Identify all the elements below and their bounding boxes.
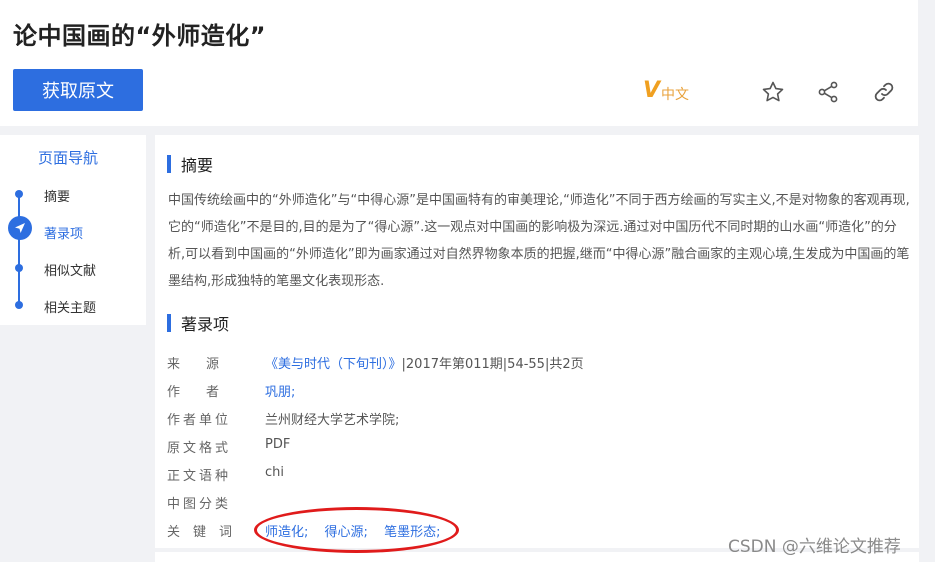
keyword-link[interactable]: 得心源; xyxy=(325,525,368,540)
record-heading: 著录项 xyxy=(167,311,229,335)
keywords-list: 师造化; 得心源; 笔墨形态; xyxy=(265,521,452,540)
nav-item-similar[interactable]: 相似文献 xyxy=(44,260,96,279)
author-label: 作 者 xyxy=(167,385,220,400)
abstract-heading: 摘要 xyxy=(167,152,213,176)
nav-title: 页面导航 xyxy=(37,149,98,167)
keyword-link[interactable]: 师造化; xyxy=(265,525,308,540)
watermark: CSDN @六维论文推荐 xyxy=(728,537,901,557)
section-marker xyxy=(167,155,171,173)
nav-track xyxy=(18,192,20,304)
source-value: 《美与时代（下旬刊）》|2017年第011期|54-55|共2页 xyxy=(265,353,584,372)
classification-label: 中图分类 xyxy=(167,497,232,512)
issue-info: |2017年第011期|54-55|共2页 xyxy=(401,357,584,372)
language-label: 正文语种 xyxy=(167,469,232,484)
format-label: 原文格式 xyxy=(167,441,232,456)
article-content: 摘要 中国传统绘画中的“外师造化”与“中得心源”是中国画特有的审美理论,“师造化… xyxy=(155,135,919,548)
keyword-link[interactable]: 笔墨形态; xyxy=(384,525,440,540)
nav-dot xyxy=(15,190,23,198)
language-badge[interactable]: V 中文 xyxy=(643,78,689,104)
nav-active-indicator xyxy=(8,216,32,240)
section-marker xyxy=(167,314,171,332)
nav-dot xyxy=(15,301,23,309)
source-label: 来 源 xyxy=(167,357,220,372)
format-value: PDF xyxy=(265,437,291,452)
language-label: 中文 xyxy=(661,87,690,103)
nav-item-abstract[interactable]: 摘要 xyxy=(44,186,70,205)
share-icon[interactable] xyxy=(816,80,840,104)
language-value: chi xyxy=(265,465,284,480)
author-link[interactable]: 巩朋; xyxy=(265,381,295,400)
unit-label: 作者单位 xyxy=(167,413,232,428)
section-title: 著录项 xyxy=(181,315,230,334)
link-icon[interactable] xyxy=(872,80,896,104)
section-title: 摘要 xyxy=(181,156,214,175)
abstract-text: 中国传统绘画中的“外师造化”与“中得心源”是中国画特有的审美理论,“师造化”不同… xyxy=(168,193,910,289)
article-header: 论中国画的“外师造化” 获取原文 V 中文 xyxy=(0,0,918,126)
unit-value: 兰州财经大学艺术学院; xyxy=(265,413,400,428)
star-icon[interactable] xyxy=(761,80,785,104)
nav-dot xyxy=(15,264,23,272)
journal-link[interactable]: 《美与时代（下旬刊）》 xyxy=(265,357,402,372)
page-title: 论中国画的“外师造化” xyxy=(13,22,267,50)
nav-item-topics[interactable]: 相关主题 xyxy=(44,297,96,316)
keywords-label: 关 键 词 xyxy=(167,525,233,540)
v-logo: V xyxy=(643,78,661,103)
nav-item-record[interactable]: 著录项 xyxy=(44,223,83,242)
get-fulltext-button[interactable]: 获取原文 xyxy=(13,69,143,111)
